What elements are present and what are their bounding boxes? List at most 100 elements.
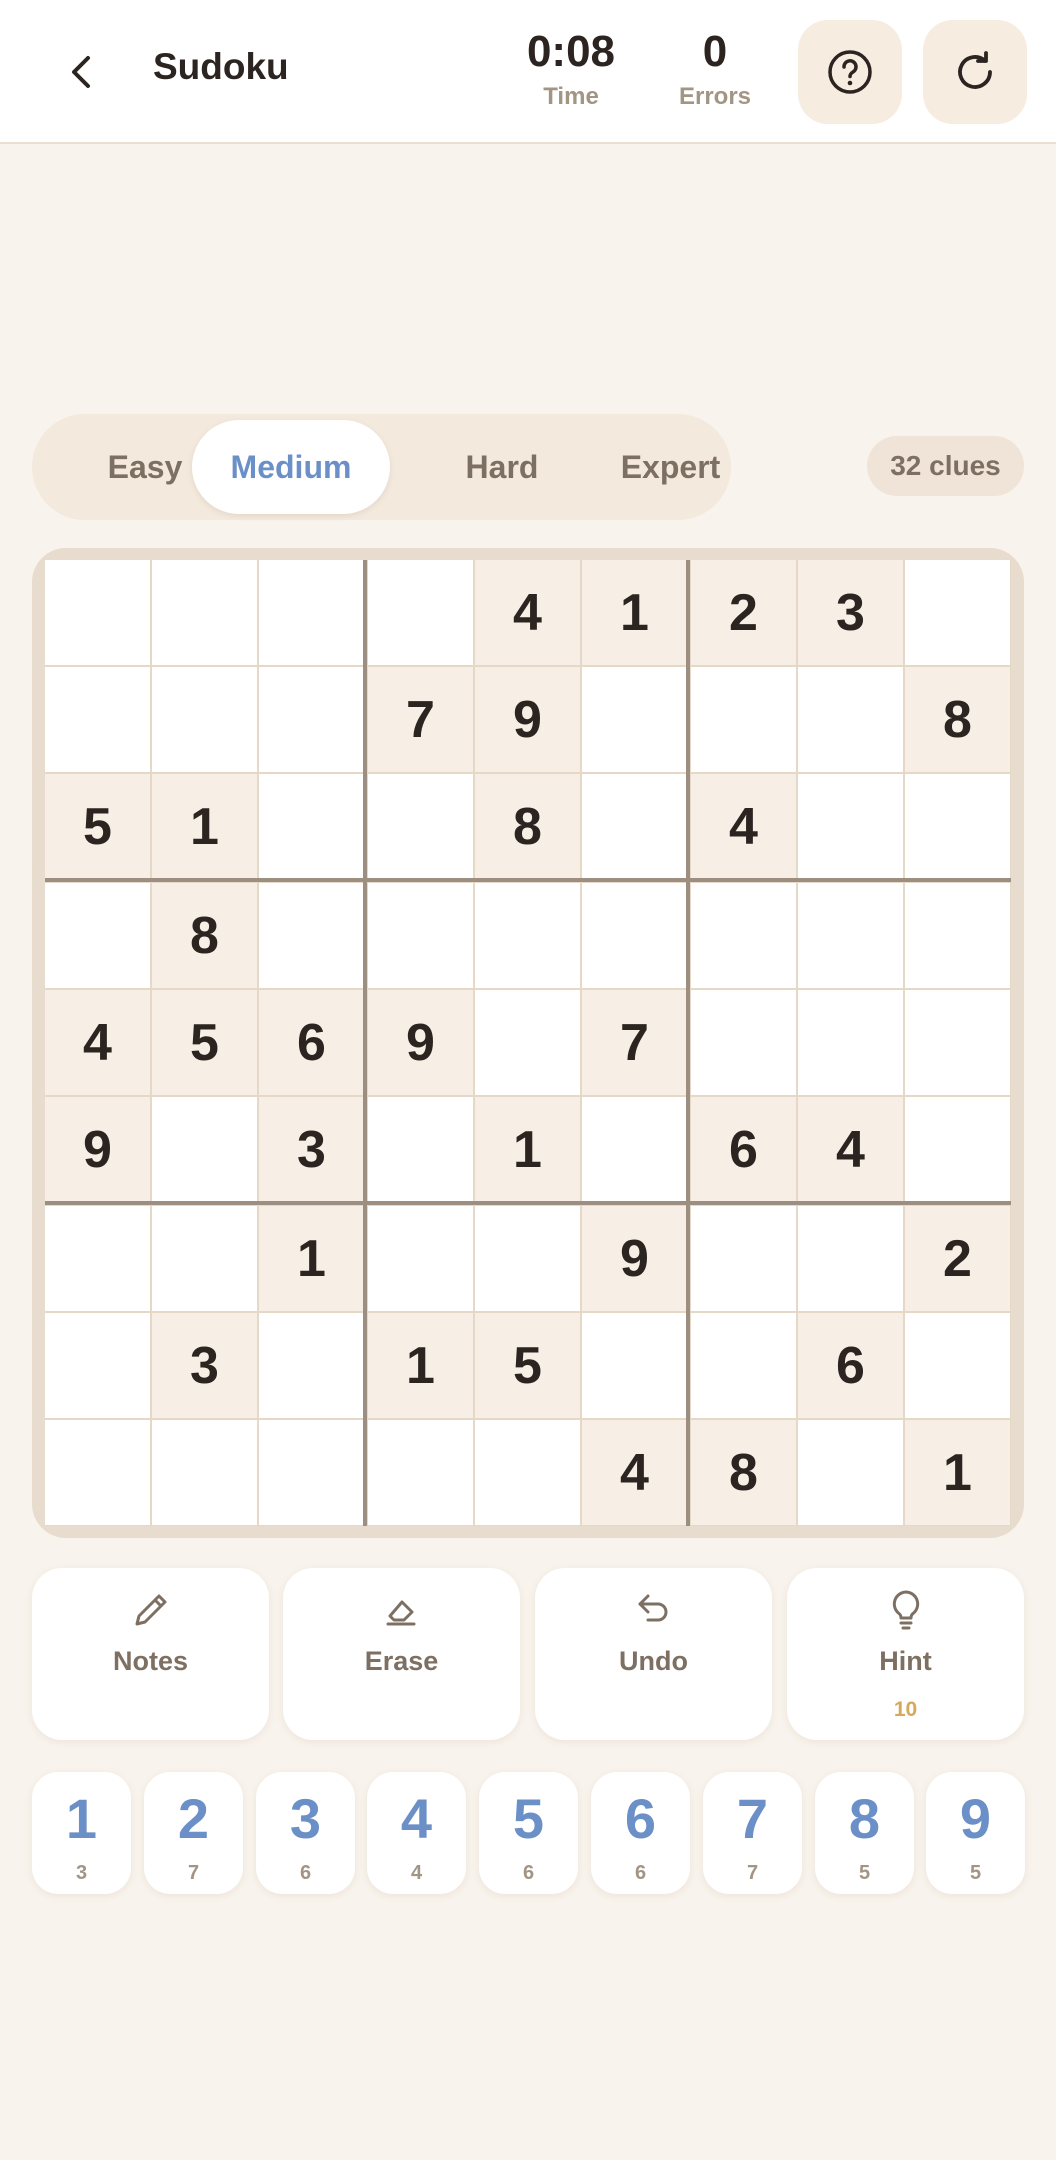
board-cell-r7c2[interactable] (152, 1206, 257, 1311)
board-cell-r3c7[interactable]: 4 (691, 774, 796, 879)
number-key-6[interactable]: 66 (591, 1772, 690, 1894)
board-cell-r4c8[interactable] (798, 883, 903, 988)
number-key-1[interactable]: 13 (32, 1772, 131, 1894)
board-cell-r8c9[interactable] (905, 1313, 1010, 1418)
board-cell-r6c3[interactable]: 3 (259, 1097, 364, 1202)
board-cell-r7c8[interactable] (798, 1206, 903, 1311)
board-cell-r9c1[interactable] (45, 1420, 150, 1525)
notes-button[interactable]: Notes (32, 1568, 269, 1740)
erase-button[interactable]: Erase (283, 1568, 520, 1740)
board-cell-r3c6[interactable] (582, 774, 687, 879)
board-cell-r5c7[interactable] (691, 990, 796, 1095)
board-cell-r1c4[interactable] (368, 560, 473, 665)
board-cell-r8c5[interactable]: 5 (475, 1313, 580, 1418)
board-cell-r1c1[interactable] (45, 560, 150, 665)
board-cell-r4c3[interactable] (259, 883, 364, 988)
board-cell-r5c2[interactable]: 5 (152, 990, 257, 1095)
board-cell-r7c9[interactable]: 2 (905, 1206, 1010, 1311)
board-cell-r4c1[interactable] (45, 883, 150, 988)
number-key-5[interactable]: 56 (479, 1772, 578, 1894)
board-cell-r2c3[interactable] (259, 667, 364, 772)
board-cell-r4c7[interactable] (691, 883, 796, 988)
undo-button[interactable]: Undo (535, 1568, 772, 1740)
number-key-3[interactable]: 36 (256, 1772, 355, 1894)
board-cell-r7c1[interactable] (45, 1206, 150, 1311)
board-cell-r1c6[interactable]: 1 (582, 560, 687, 665)
hint-button[interactable]: Hint 10 (787, 1568, 1024, 1740)
board-cell-r3c5[interactable]: 8 (475, 774, 580, 879)
board-cell-r3c4[interactable] (368, 774, 473, 879)
board-cell-r5c3[interactable]: 6 (259, 990, 364, 1095)
board-cell-r1c9[interactable] (905, 560, 1010, 665)
board-cell-r7c3[interactable]: 1 (259, 1206, 364, 1311)
board-cell-r9c8[interactable] (798, 1420, 903, 1525)
board-cell-r2c4[interactable]: 7 (368, 667, 473, 772)
board-cell-r1c2[interactable] (152, 560, 257, 665)
board-cell-r7c4[interactable] (368, 1206, 473, 1311)
board-cell-r7c6[interactable]: 9 (582, 1206, 687, 1311)
board-cell-r7c5[interactable] (475, 1206, 580, 1311)
board-cell-r8c8[interactable]: 6 (798, 1313, 903, 1418)
board-cell-r6c9[interactable] (905, 1097, 1010, 1202)
board-cell-r5c4[interactable]: 9 (368, 990, 473, 1095)
board-cell-r5c8[interactable] (798, 990, 903, 1095)
board-cell-r4c2[interactable]: 8 (152, 883, 257, 988)
board-cell-r2c2[interactable] (152, 667, 257, 772)
board-cell-r2c9[interactable]: 8 (905, 667, 1010, 772)
board-cell-r1c3[interactable] (259, 560, 364, 665)
help-button[interactable] (798, 20, 902, 124)
board-cell-r4c5[interactable] (475, 883, 580, 988)
board-cell-r2c1[interactable] (45, 667, 150, 772)
board-cell-r8c4[interactable]: 1 (368, 1313, 473, 1418)
board-cell-r4c4[interactable] (368, 883, 473, 988)
board-cell-r9c3[interactable] (259, 1420, 364, 1525)
board-cell-r4c6[interactable] (582, 883, 687, 988)
board-cell-r2c5[interactable]: 9 (475, 667, 580, 772)
board-cell-r6c1[interactable]: 9 (45, 1097, 150, 1202)
board-cell-r5c9[interactable] (905, 990, 1010, 1095)
board-cell-r9c5[interactable] (475, 1420, 580, 1525)
tab-medium[interactable]: Medium (192, 420, 390, 514)
board-cell-r1c5[interactable]: 4 (475, 560, 580, 665)
number-key-8[interactable]: 85 (815, 1772, 914, 1894)
board-cell-r3c8[interactable] (798, 774, 903, 879)
tab-expert[interactable]: Expert (552, 420, 789, 514)
board-cell-r6c2[interactable] (152, 1097, 257, 1202)
number-key-4[interactable]: 44 (367, 1772, 466, 1894)
board-cell-r3c2[interactable]: 1 (152, 774, 257, 879)
board-cell-r9c7[interactable]: 8 (691, 1420, 796, 1525)
board-cell-r5c5[interactable] (475, 990, 580, 1095)
board-cell-r4c9[interactable] (905, 883, 1010, 988)
board-cell-r1c7[interactable]: 2 (691, 560, 796, 665)
restart-button[interactable] (923, 20, 1027, 124)
board-cell-r9c6[interactable]: 4 (582, 1420, 687, 1525)
board-cell-r7c7[interactable] (691, 1206, 796, 1311)
board-cell-r8c1[interactable] (45, 1313, 150, 1418)
board-cell-r3c3[interactable] (259, 774, 364, 879)
board-cell-r8c7[interactable] (691, 1313, 796, 1418)
board-cell-r6c4[interactable] (368, 1097, 473, 1202)
back-button[interactable] (52, 42, 112, 102)
board-cell-r3c9[interactable] (905, 774, 1010, 879)
board-cell-r8c3[interactable] (259, 1313, 364, 1418)
board-cell-r8c2[interactable]: 3 (152, 1313, 257, 1418)
board-cell-r3c1[interactable]: 5 (45, 774, 150, 879)
board-cell-r9c2[interactable] (152, 1420, 257, 1525)
board-cell-r8c6[interactable] (582, 1313, 687, 1418)
number-key-remaining: 7 (187, 1862, 200, 1884)
board-cell-r9c9[interactable]: 1 (905, 1420, 1010, 1525)
board-cell-r6c5[interactable]: 1 (475, 1097, 580, 1202)
number-key-7[interactable]: 77 (703, 1772, 802, 1894)
board-cell-r2c7[interactable] (691, 667, 796, 772)
board-cell-r2c6[interactable] (582, 667, 687, 772)
board-cell-r9c4[interactable] (368, 1420, 473, 1525)
board-cell-r5c1[interactable]: 4 (45, 990, 150, 1095)
board-cell-r2c8[interactable] (798, 667, 903, 772)
number-key-9[interactable]: 95 (926, 1772, 1025, 1894)
board-cell-r1c8[interactable]: 3 (798, 560, 903, 665)
board-cell-r5c6[interactable]: 7 (582, 990, 687, 1095)
number-key-2[interactable]: 27 (144, 1772, 243, 1894)
board-cell-r6c6[interactable] (582, 1097, 687, 1202)
board-cell-r6c7[interactable]: 6 (691, 1097, 796, 1202)
board-cell-r6c8[interactable]: 4 (798, 1097, 903, 1202)
